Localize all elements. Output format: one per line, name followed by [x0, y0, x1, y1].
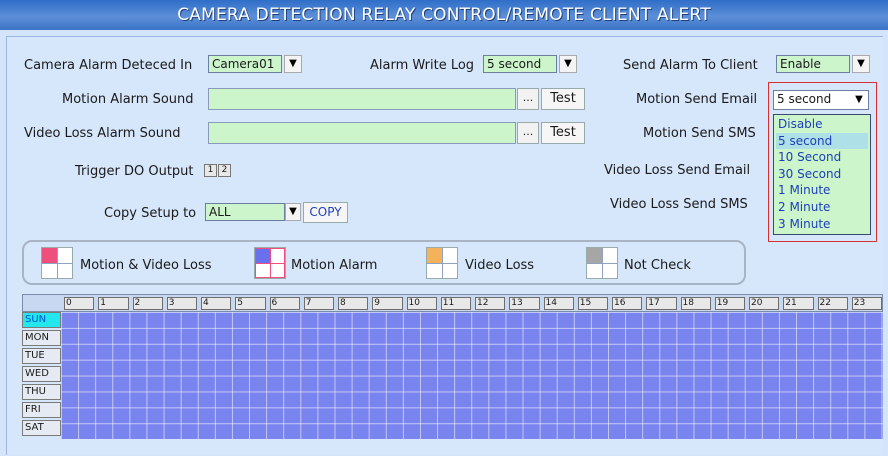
hour-label[interactable]: 6 — [269, 297, 300, 310]
hour-label[interactable]: 23 — [851, 297, 882, 310]
copy-setup-select[interactable]: ALL — [205, 203, 285, 221]
motion-alarm-sound-label: Motion Alarm Sound — [62, 92, 194, 107]
hour-label[interactable]: 1 — [98, 297, 129, 310]
motion-send-email-label: Motion Send Email — [636, 92, 758, 107]
motion-video-loss-legend-icon — [41, 247, 73, 279]
chevron-down-icon[interactable]: ▼ — [852, 55, 870, 73]
motion-test-button[interactable]: Test — [541, 88, 585, 110]
alarm-write-log-label: Alarm Write Log — [370, 58, 475, 73]
hour-label[interactable]: 14 — [543, 297, 574, 310]
video-loss-send-sms-label: Video Loss Send SMS — [610, 197, 748, 212]
day-row: SAT — [22, 420, 883, 436]
day-row: FRI — [22, 402, 883, 418]
do-output-1[interactable]: 1 — [204, 164, 217, 177]
chevron-down-icon[interactable]: ▼ — [284, 55, 302, 73]
motion-alarm-sound-field[interactable] — [208, 88, 516, 110]
hour-label[interactable]: 9 — [372, 297, 403, 310]
legend-label: Motion Alarm — [291, 258, 378, 273]
dropdown-option[interactable]: 30 Second — [776, 166, 868, 182]
interval-dropdown-list[interactable]: Disable 5 second 10 Second 30 Second 1 Minut… — [773, 114, 871, 235]
hour-label[interactable]: 2 — [132, 297, 163, 310]
hour-label[interactable]: 22 — [817, 297, 848, 310]
day-row: THU — [22, 384, 883, 400]
hour-label[interactable]: 11 — [440, 297, 471, 310]
motion-alarm-legend-icon — [254, 247, 286, 279]
day-row: WED — [22, 366, 883, 382]
day-label[interactable]: WED — [22, 366, 61, 382]
legend-label: Motion & Video Loss — [80, 258, 212, 273]
hour-label[interactable]: 5 — [235, 297, 266, 310]
hour-label[interactable]: 15 — [577, 297, 608, 310]
day-row: TUE — [22, 348, 883, 364]
day-label[interactable]: TUE — [22, 348, 61, 364]
legend-label: Video Loss — [465, 258, 535, 273]
day-row: MON — [22, 330, 883, 346]
dropdown-option[interactable]: 5 second — [776, 132, 868, 149]
day-label[interactable]: MON — [22, 330, 61, 346]
legend-label: Not Check — [624, 258, 691, 273]
hour-label[interactable]: 16 — [612, 297, 643, 310]
motion-send-sms-label: Motion Send SMS — [643, 126, 756, 141]
day-label[interactable]: SUN — [22, 312, 61, 328]
dropdown-option[interactable]: 3 Minute — [776, 216, 868, 232]
day-label[interactable]: SAT — [22, 420, 61, 436]
hour-label[interactable]: 13 — [509, 297, 540, 310]
camera-alarm-select[interactable]: Camera01 — [208, 55, 282, 73]
video-loss-sound-label: Video Loss Alarm Sound — [24, 126, 181, 141]
hour-label[interactable]: 7 — [303, 297, 334, 310]
video-loss-send-email-label: Video Loss Send Email — [604, 163, 751, 178]
schedule-grid[interactable]: 0 1 2 3 4 5 6 7 8 9 10 11 12 13 14 15 16 17 18 19 20 21 22 23 S… — [22, 294, 883, 439]
hour-header: 0 1 2 3 4 5 6 7 8 9 10 11 12 13 14 15 16 17 18 19 20 21 22 23 — [22, 294, 883, 312]
motion-browse-button[interactable]: ... — [517, 88, 539, 110]
video-loss-legend-icon — [426, 247, 458, 279]
day-label[interactable]: FRI — [22, 402, 61, 418]
page-title: CAMERA DETECTION RELAY CONTROL/REMOTE CL… — [177, 5, 711, 25]
copy-setup-label: Copy Setup to — [104, 206, 197, 221]
hour-label[interactable]: 10 — [406, 297, 437, 310]
hour-label[interactable]: 20 — [749, 297, 780, 310]
dropdown-option[interactable]: 1 Minute — [776, 182, 868, 198]
day-row: SUN — [22, 312, 883, 328]
trigger-do-label: Trigger DO Output — [75, 164, 194, 179]
alarm-write-log-select[interactable]: 5 second — [483, 55, 557, 73]
video-loss-sound-field[interactable] — [208, 122, 516, 144]
send-alarm-client-label: Send Alarm To Client — [623, 58, 758, 73]
video-loss-browse-button[interactable]: ... — [517, 122, 539, 144]
chevron-down-icon[interactable]: ▼ — [559, 55, 577, 73]
not-check-legend-icon — [586, 247, 618, 279]
dropdown-option[interactable]: 2 Minute — [776, 199, 868, 215]
do-output-2[interactable]: 2 — [218, 164, 231, 177]
dropdown-option[interactable]: Disable — [776, 116, 868, 132]
chevron-down-icon[interactable]: ▼ — [285, 203, 301, 221]
hour-label[interactable]: 0 — [64, 297, 95, 310]
camera-alarm-label: Camera Alarm Deteced In — [24, 58, 193, 73]
send-alarm-client-select[interactable]: Enable — [776, 55, 850, 73]
hour-label[interactable]: 8 — [338, 297, 369, 310]
hour-label[interactable]: 4 — [201, 297, 232, 310]
copy-button[interactable]: COPY — [303, 202, 348, 223]
video-loss-test-button[interactable]: Test — [541, 122, 585, 144]
hour-label[interactable]: 19 — [714, 297, 745, 310]
hour-label[interactable]: 12 — [475, 297, 506, 310]
day-label[interactable]: THU — [22, 384, 61, 400]
hour-label[interactable]: 3 — [166, 297, 197, 310]
hour-label[interactable]: 21 — [783, 297, 814, 310]
dropdown-option[interactable]: 10 Second — [776, 149, 868, 165]
hour-label[interactable]: 17 — [646, 297, 677, 310]
hour-label[interactable]: 18 — [680, 297, 711, 310]
